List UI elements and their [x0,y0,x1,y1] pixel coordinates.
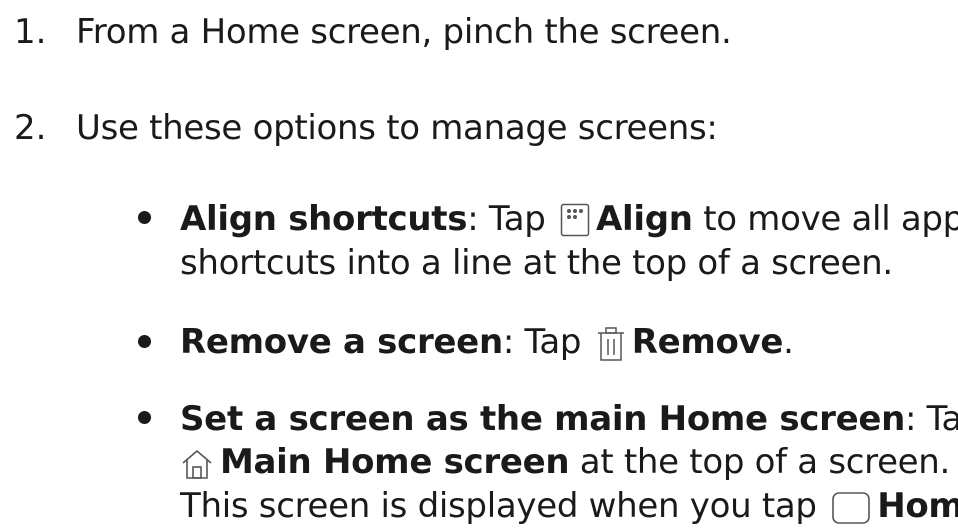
bullet-home-line1: Set a screen as the main Home screen: Ta… [180,398,958,439]
home-button-icon [831,491,871,525]
bullet-align-line1: Align shortcuts: Tap Align to move all a… [180,198,958,239]
step-text-1: From a Home screen, pinch the screen. [76,11,732,52]
bullet-title: Align shortcuts [180,198,468,239]
align-action: Align [596,198,693,239]
home-icon [180,448,214,480]
bullet-dot [138,211,151,225]
instruction-page: { "steps": [ { "number": "1.", "text": "… [0,0,958,530]
bullet-align-line2: shortcuts into a line at the top of a sc… [180,242,893,283]
home-action: Home [877,486,958,526]
main-home-action: Main Home screen [220,442,570,483]
bullet-title: Remove a screen [180,322,503,363]
bullet-title: Set a screen as the main Home screen [180,398,905,439]
trash-icon [596,326,626,362]
bullet-dot [138,410,151,424]
step-number-2: 2. [14,108,47,149]
align-grid-icon [560,203,590,237]
bullet-home-line3: This screen is displayed when you tap Ho… [180,484,958,528]
remove-action: Remove [631,322,784,363]
step-text-2: Use these options to manage screens: [76,108,718,149]
bullet-dot [138,334,151,348]
bullet-home-line2: Main Home screen at the top of a screen. [180,440,950,484]
bullet-remove-line1: Remove a screen: Tap Remove. [180,322,794,363]
step-number-1: 1. [14,11,47,52]
